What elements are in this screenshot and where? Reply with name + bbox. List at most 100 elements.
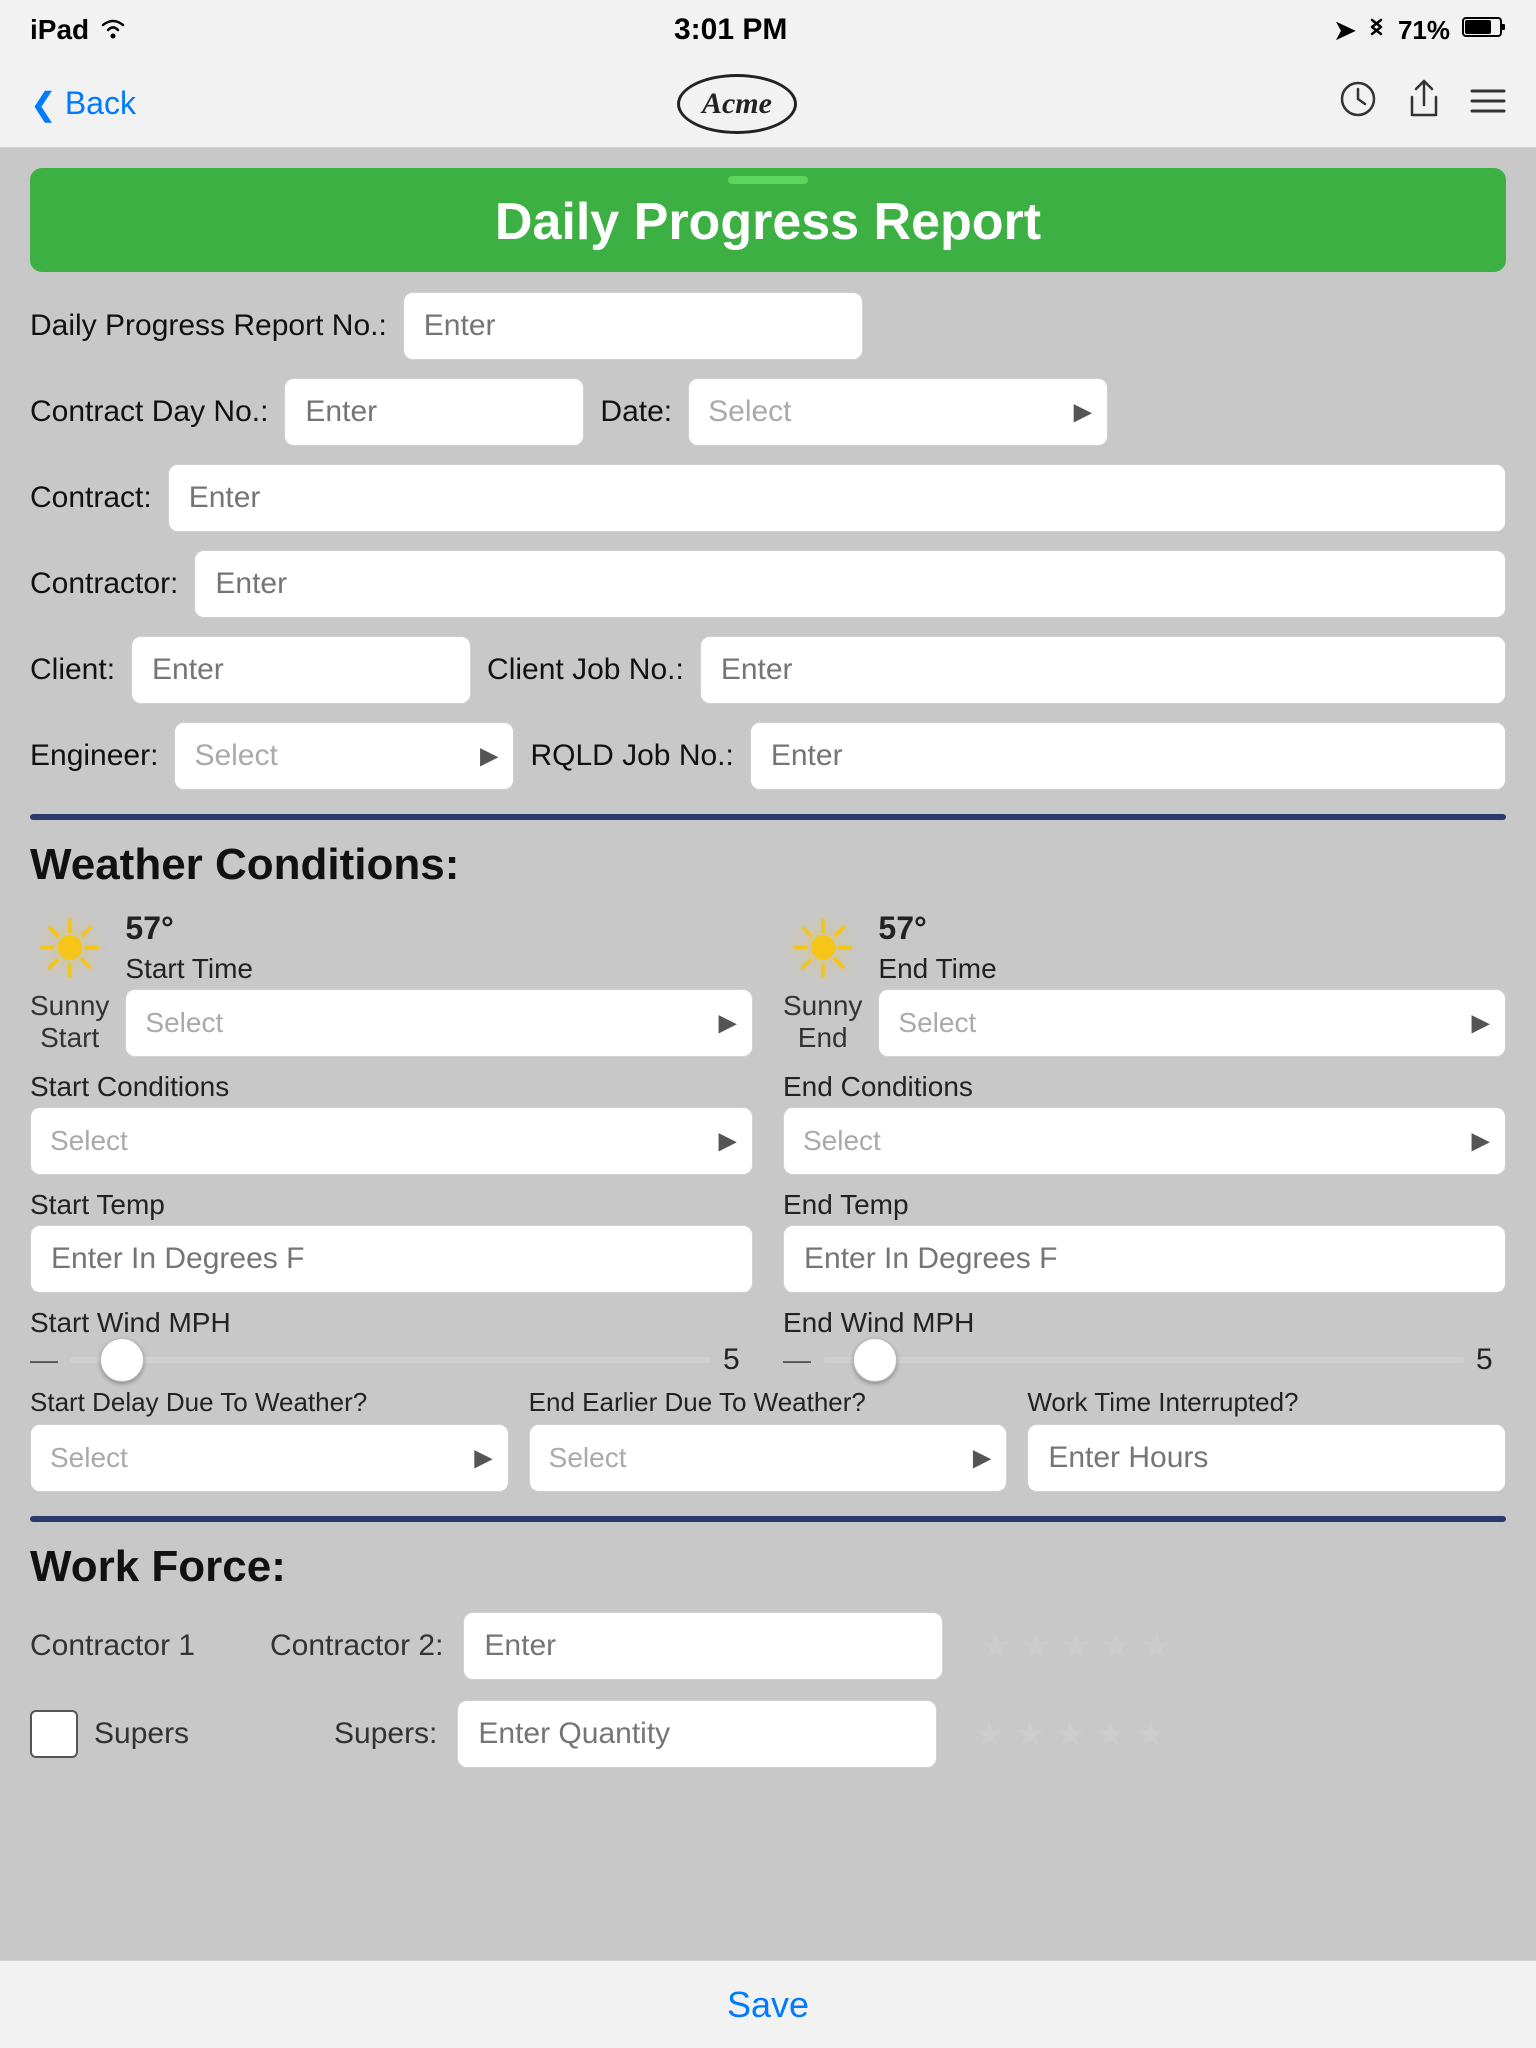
bluetooth-icon (1368, 13, 1386, 48)
supers-input[interactable] (457, 1700, 937, 1768)
banner-notch (728, 176, 808, 184)
supers-checkbox[interactable] (30, 1710, 78, 1758)
date-select[interactable] (688, 378, 1108, 446)
end-wind-value: 5 (1476, 1343, 1506, 1377)
weather-end-side: ☀ Sunny End 57° End Time ▶ (783, 910, 1506, 1377)
contract-label: Contract: (30, 481, 152, 515)
end-temp-display: 57° (878, 910, 1506, 947)
rqld-job-label: RQLD Job No.: (530, 739, 733, 773)
back-button[interactable]: ❮ Back (30, 85, 136, 123)
start-delay-select[interactable] (30, 1424, 509, 1492)
menu-icon[interactable] (1470, 83, 1506, 125)
weather-end-top: ☀ Sunny End 57° End Time ▶ (783, 910, 1506, 1057)
end-time-select[interactable] (878, 989, 1506, 1057)
work-interrupted-input[interactable] (1027, 1424, 1506, 1492)
start-wind-minus: — (30, 1344, 58, 1376)
client-label: Client: (30, 653, 115, 687)
nav-icons (1338, 79, 1506, 128)
save-bar: Save (0, 1960, 1536, 2048)
start-sun-icon: ☀ (34, 910, 106, 990)
supers-row: Supers Supers: ★ ★ ★ ★ ★ (30, 1700, 1506, 1768)
end-conditions-group: End Conditions ▶ Select (783, 1071, 1506, 1175)
contractor-input[interactable] (194, 550, 1506, 618)
start-time-group: Start Time ▶ Select (125, 953, 753, 1057)
start-temp-group: Start Temp (30, 1189, 753, 1293)
start-time-select[interactable] (125, 989, 753, 1057)
end-conditions-select[interactable] (783, 1107, 1506, 1175)
rqld-job-input[interactable] (750, 722, 1506, 790)
supers-checkbox-label: Supers (94, 1717, 314, 1751)
dpr-no-input[interactable] (403, 292, 863, 360)
star-4: ★ (1100, 1625, 1132, 1667)
contractor2-input[interactable] (463, 1612, 943, 1680)
start-condition-label: Sunny (30, 990, 109, 1022)
weather-start-top: ☀ Sunny Start 57° Start Time ▶ (30, 910, 753, 1057)
start-temp-input[interactable] (30, 1225, 753, 1293)
end-wind-group: End Wind MPH — 5 (783, 1307, 1506, 1377)
workforce-title: Work Force: (30, 1542, 1506, 1592)
report-title: Daily Progress Report (30, 192, 1506, 252)
end-wind-slider[interactable] (823, 1357, 1464, 1363)
delay-row: Start Delay Due To Weather? ▶ Select End… (30, 1387, 1506, 1492)
start-delay-label: Start Delay Due To Weather? (30, 1387, 509, 1418)
client-job-input[interactable] (700, 636, 1506, 704)
save-button[interactable]: Save (727, 1984, 809, 2026)
dpr-no-label: Daily Progress Report No.: (30, 309, 387, 343)
start-conditions-label: Start Conditions (30, 1071, 753, 1103)
start-time-field-label: Start Time (125, 953, 753, 985)
contractor1-row: Contractor 1 Contractor 2: ★ ★ ★ ★ ★ (30, 1612, 1506, 1680)
weather-title: Weather Conditions: (30, 840, 1506, 890)
engineer-select[interactable] (174, 722, 514, 790)
end-time-field-label: End Time (878, 953, 1506, 985)
supers-stars: ★ ★ ★ ★ ★ (973, 1713, 1166, 1755)
start-conditions-group: Start Conditions ▶ Select (30, 1071, 753, 1175)
end-temp-group: End Temp (783, 1189, 1506, 1293)
client-input[interactable] (131, 636, 471, 704)
end-condition-label: Sunny (783, 990, 862, 1022)
contractor-label: Contractor: (30, 567, 178, 601)
end-sun-icon: ☀ (787, 910, 859, 990)
start-temp-label: Start Temp (30, 1189, 753, 1221)
client-row: Client: Client Job No.: (30, 636, 1506, 704)
header-banner: Daily Progress Report (30, 168, 1506, 272)
start-wind-group: Start Wind MPH — 5 (30, 1307, 753, 1377)
end-time-label: End (798, 1022, 848, 1054)
share-icon[interactable] (1406, 79, 1442, 128)
form-section: Daily Progress Report No.: Contract Day … (30, 292, 1506, 790)
contract-day-label: Contract Day No.: (30, 395, 268, 429)
star-3: ★ (1060, 1625, 1092, 1667)
star-1: ★ (979, 1625, 1011, 1667)
status-left: iPad (30, 14, 127, 46)
start-conditions-select[interactable] (30, 1107, 753, 1175)
end-temp-label: End Temp (783, 1189, 1506, 1221)
status-right: ➤ 71% (1334, 13, 1506, 48)
weather-start-side: ☀ Sunny Start 57° Start Time ▶ (30, 910, 753, 1377)
start-time-label: Start (40, 1022, 99, 1054)
weather-divider (30, 814, 1506, 820)
contractor1-stars: ★ ★ ★ ★ ★ (979, 1625, 1172, 1667)
contract-day-input[interactable] (284, 378, 584, 446)
end-temp-input[interactable] (783, 1225, 1506, 1293)
workforce-section: Work Force: Contractor 1 Contractor 2: ★… (30, 1542, 1506, 1768)
dpr-no-row: Daily Progress Report No.: (30, 292, 1506, 360)
nav-bar: ❮ Back Acme (0, 60, 1536, 148)
wifi-icon (99, 14, 127, 46)
contract-input[interactable] (168, 464, 1506, 532)
start-wind-label: Start Wind MPH (30, 1307, 753, 1339)
contractor-row: Contractor: (30, 550, 1506, 618)
engineer-label: Engineer: (30, 739, 158, 773)
start-delay-select-wrapper: ▶ Select (30, 1424, 509, 1492)
end-wind-minus: — (783, 1344, 811, 1376)
supers-star-2: ★ (1014, 1713, 1046, 1755)
end-earlier-select[interactable] (529, 1424, 1008, 1492)
start-wind-slider[interactable] (70, 1357, 711, 1363)
end-time-select-wrapper: ▶ Select (878, 989, 1506, 1057)
history-icon[interactable] (1338, 79, 1378, 128)
end-earlier-select-wrapper: ▶ Select (529, 1424, 1008, 1492)
supers-star-1: ★ (973, 1713, 1005, 1755)
date-label: Date: (600, 395, 672, 429)
end-earlier-field: End Earlier Due To Weather? ▶ Select (529, 1387, 1008, 1492)
location-icon: ➤ (1334, 15, 1356, 46)
start-temp-display: 57° (125, 910, 753, 947)
end-time-group: End Time ▶ Select (878, 953, 1506, 1057)
